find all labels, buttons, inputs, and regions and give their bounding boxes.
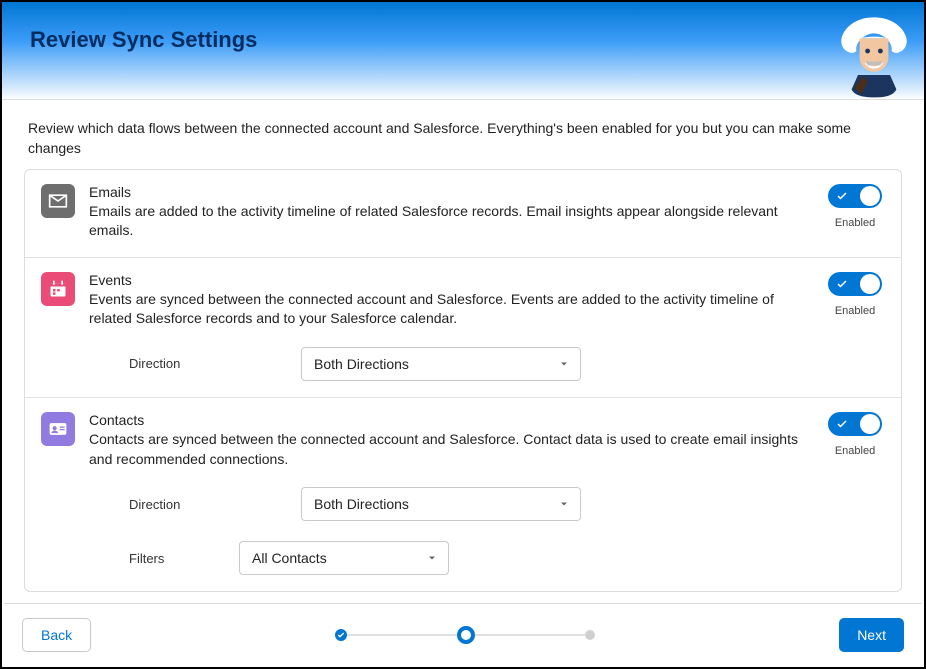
events-toggle[interactable] (828, 272, 882, 296)
step-1-done (335, 629, 347, 641)
intro-text: Review which data flows between the conn… (2, 100, 924, 169)
chevron-down-icon (426, 552, 438, 564)
contacts-title: Contacts (89, 412, 811, 428)
emails-toggle[interactable] (828, 184, 882, 208)
contacts-toggle[interactable] (828, 412, 882, 436)
header: Review Sync Settings (2, 2, 924, 100)
contacts-direction-value: Both Directions (314, 496, 409, 512)
progress-stepper (335, 626, 595, 644)
calendar-icon (41, 272, 75, 306)
emails-title: Emails (89, 184, 811, 200)
contacts-direction-select[interactable]: Both Directions (301, 487, 581, 521)
card-events: Events Events are synced between the con… (25, 258, 901, 398)
emails-toggle-label: Enabled (825, 217, 885, 229)
step-connector (347, 634, 457, 636)
contacts-desc: Contacts are synced between the connecte… (89, 430, 811, 469)
events-toggle-label: Enabled (825, 305, 885, 317)
contacts-toggle-label: Enabled (825, 445, 885, 457)
next-button[interactable]: Next (839, 618, 904, 652)
contacts-icon (41, 412, 75, 446)
emails-desc: Emails are added to the activity timelin… (89, 202, 811, 241)
events-title: Events (89, 272, 811, 288)
step-2-current (457, 626, 475, 644)
events-direction-value: Both Directions (314, 356, 409, 372)
contacts-filters-select[interactable]: All Contacts (239, 541, 449, 575)
email-icon (41, 184, 75, 218)
contacts-filters-label: Filters (129, 551, 179, 566)
events-direction-select[interactable]: Both Directions (301, 347, 581, 381)
settings-cards: Emails Emails are added to the activity … (24, 169, 902, 593)
chevron-down-icon (558, 358, 570, 370)
einstein-mascot-icon (834, 10, 914, 100)
back-button[interactable]: Back (22, 618, 91, 652)
page-title: Review Sync Settings (30, 27, 896, 53)
step-connector (475, 634, 585, 636)
events-desc: Events are synced between the connected … (89, 290, 811, 329)
card-emails: Emails Emails are added to the activity … (25, 170, 901, 258)
contacts-direction-label: Direction (129, 497, 209, 512)
step-3-future (585, 630, 595, 640)
card-contacts: Contacts Contacts are synced between the… (25, 398, 901, 591)
events-direction-label: Direction (129, 356, 209, 371)
contacts-filters-value: All Contacts (252, 550, 327, 566)
footer: Back Next (4, 603, 922, 665)
chevron-down-icon (558, 498, 570, 510)
